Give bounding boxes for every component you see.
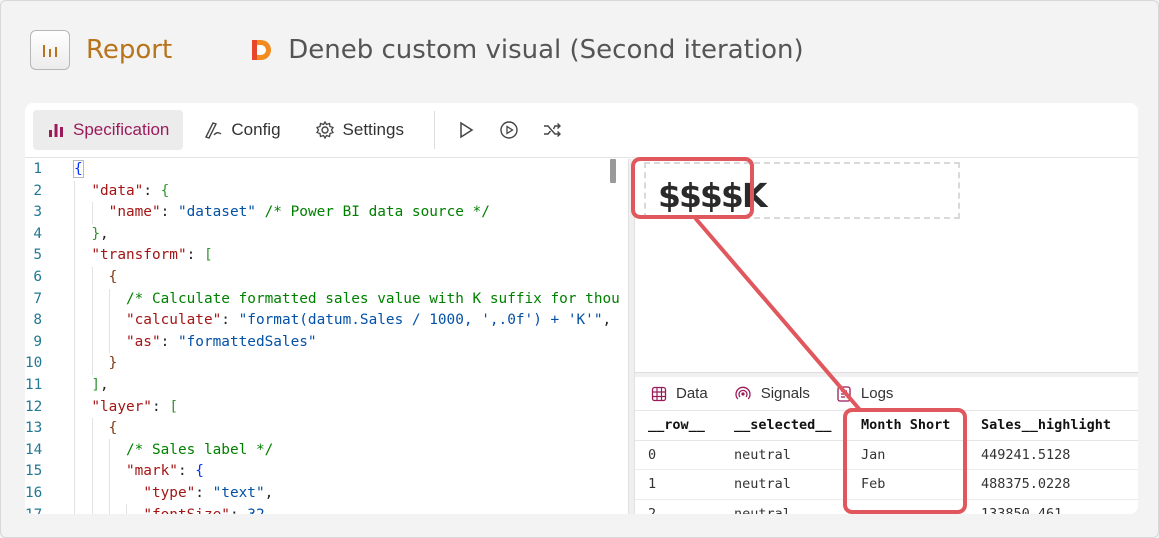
- callout-connector: [694, 217, 862, 412]
